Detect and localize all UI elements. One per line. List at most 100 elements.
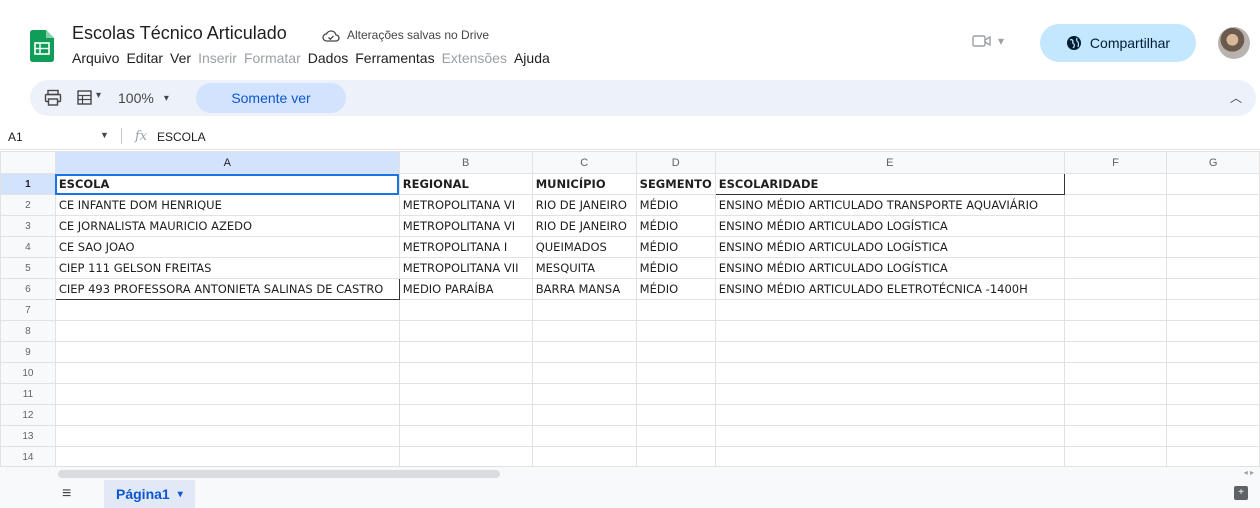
- cell[interactable]: MÉDIO: [635, 257, 716, 279]
- cell[interactable]: ENSINO MÉDIO ARTICULADO LOGÍSTICA: [714, 236, 1065, 258]
- menu-inserir[interactable]: Inserir: [198, 50, 242, 66]
- cell[interactable]: RIO DE JANEIRO: [531, 194, 637, 216]
- menu-extensoes[interactable]: Extensões: [442, 50, 512, 66]
- menu-ajuda[interactable]: Ajuda: [514, 50, 555, 66]
- cell[interactable]: [531, 320, 637, 342]
- cell[interactable]: REGIONAL: [398, 173, 533, 195]
- document-title[interactable]: Escolas Técnico Articulado: [72, 23, 287, 44]
- cell[interactable]: [54, 341, 400, 363]
- cell[interactable]: [398, 299, 533, 321]
- cell[interactable]: [1166, 404, 1260, 426]
- column-header-g[interactable]: G: [1166, 151, 1260, 174]
- menu-dados[interactable]: Dados: [308, 50, 353, 66]
- cell[interactable]: MEDIO PARAÍBA: [398, 278, 533, 300]
- paint-format-icon[interactable]: [76, 89, 94, 107]
- cell[interactable]: CE INFANTE DOM HENRIQUE: [54, 194, 400, 216]
- cell[interactable]: [1166, 320, 1260, 342]
- row-header[interactable]: 2: [0, 194, 56, 216]
- cell[interactable]: SEGMENTO: [635, 173, 716, 195]
- cell[interactable]: CIEP 111 GELSON FREITAS: [54, 257, 400, 279]
- cell[interactable]: [1166, 236, 1260, 258]
- menu-editar[interactable]: Editar: [126, 50, 168, 66]
- name-box[interactable]: A1: [8, 130, 23, 144]
- cell[interactable]: [1063, 404, 1168, 426]
- row-header[interactable]: 1: [0, 173, 56, 195]
- cell[interactable]: [714, 425, 1065, 447]
- cell[interactable]: QUEIMADOS: [531, 236, 637, 258]
- cell[interactable]: [1063, 341, 1168, 363]
- cell[interactable]: [635, 320, 716, 342]
- cell[interactable]: [635, 362, 716, 384]
- row-header[interactable]: 8: [0, 320, 56, 342]
- cell[interactable]: [1063, 278, 1168, 300]
- row-header[interactable]: 13: [0, 425, 56, 447]
- meet-button[interactable]: ▾: [972, 34, 1004, 48]
- cell[interactable]: [54, 320, 400, 342]
- cell[interactable]: [714, 320, 1065, 342]
- cell[interactable]: [1063, 383, 1168, 405]
- cell[interactable]: MÉDIO: [635, 236, 716, 258]
- cell[interactable]: MESQUITA: [531, 257, 637, 279]
- select-all-corner[interactable]: [0, 151, 56, 174]
- chevron-down-icon[interactable]: ▼: [100, 130, 109, 140]
- cell[interactable]: [635, 446, 716, 468]
- cell[interactable]: [1166, 383, 1260, 405]
- cell[interactable]: [714, 383, 1065, 405]
- cell[interactable]: [398, 446, 533, 468]
- cell[interactable]: [714, 299, 1065, 321]
- save-status[interactable]: Alterações salvas no Drive: [322, 28, 489, 42]
- cell[interactable]: [398, 341, 533, 363]
- row-header[interactable]: 7: [0, 299, 56, 321]
- cell[interactable]: [398, 404, 533, 426]
- cell[interactable]: METROPOLITANA VII: [398, 257, 533, 279]
- row-header[interactable]: 3: [0, 215, 56, 237]
- cell[interactable]: [1063, 194, 1168, 216]
- column-header-d[interactable]: D: [635, 151, 716, 174]
- google-sheets-icon[interactable]: [30, 30, 54, 62]
- column-header-b[interactable]: B: [398, 151, 533, 174]
- cell[interactable]: [714, 446, 1065, 468]
- cell[interactable]: [635, 404, 716, 426]
- formula-input[interactable]: ESCOLA: [157, 130, 206, 144]
- cell[interactable]: [1166, 362, 1260, 384]
- cell[interactable]: MUNICÍPIO: [531, 173, 637, 195]
- cell[interactable]: ENSINO MÉDIO ARTICULADO LOGÍSTICA: [714, 257, 1065, 279]
- cell[interactable]: BARRA MANSA: [531, 278, 637, 300]
- zoom-select[interactable]: 100% ▾: [118, 90, 169, 106]
- cell[interactable]: RIO DE JANEIRO: [531, 215, 637, 237]
- cell[interactable]: ESCOLARIDADE: [714, 173, 1065, 195]
- cell[interactable]: METROPOLITANA I: [398, 236, 533, 258]
- cell[interactable]: [398, 320, 533, 342]
- scrollbar-thumb[interactable]: [58, 470, 500, 478]
- cell[interactable]: [1166, 341, 1260, 363]
- cell[interactable]: [54, 425, 400, 447]
- row-header[interactable]: 4: [0, 236, 56, 258]
- menu-ferramentas[interactable]: Ferramentas: [355, 50, 439, 66]
- cell[interactable]: [1063, 236, 1168, 258]
- cell[interactable]: [531, 425, 637, 447]
- cell[interactable]: [54, 299, 400, 321]
- cell[interactable]: [1063, 173, 1168, 195]
- view-only-badge[interactable]: Somente ver: [196, 83, 346, 113]
- menu-ver[interactable]: Ver: [170, 50, 196, 66]
- row-header[interactable]: 10: [0, 362, 56, 384]
- avatar[interactable]: [1218, 27, 1250, 59]
- chevron-down-icon[interactable]: ▾: [96, 90, 101, 101]
- cell[interactable]: [1166, 299, 1260, 321]
- share-button[interactable]: Compartilhar: [1040, 24, 1196, 62]
- cell[interactable]: [531, 299, 637, 321]
- cell[interactable]: [714, 341, 1065, 363]
- column-header-a[interactable]: A: [54, 151, 400, 174]
- cell[interactable]: [1063, 257, 1168, 279]
- cell[interactable]: MÉDIO: [635, 278, 716, 300]
- cell[interactable]: [531, 383, 637, 405]
- cell[interactable]: MÉDIO: [635, 194, 716, 216]
- cell[interactable]: [1166, 278, 1260, 300]
- cell[interactable]: [714, 404, 1065, 426]
- cell[interactable]: [531, 341, 637, 363]
- cell[interactable]: [1063, 362, 1168, 384]
- cell[interactable]: [531, 446, 637, 468]
- cell[interactable]: [635, 383, 716, 405]
- row-header[interactable]: 6: [0, 278, 56, 300]
- menu-icon[interactable]: ≡: [62, 485, 71, 503]
